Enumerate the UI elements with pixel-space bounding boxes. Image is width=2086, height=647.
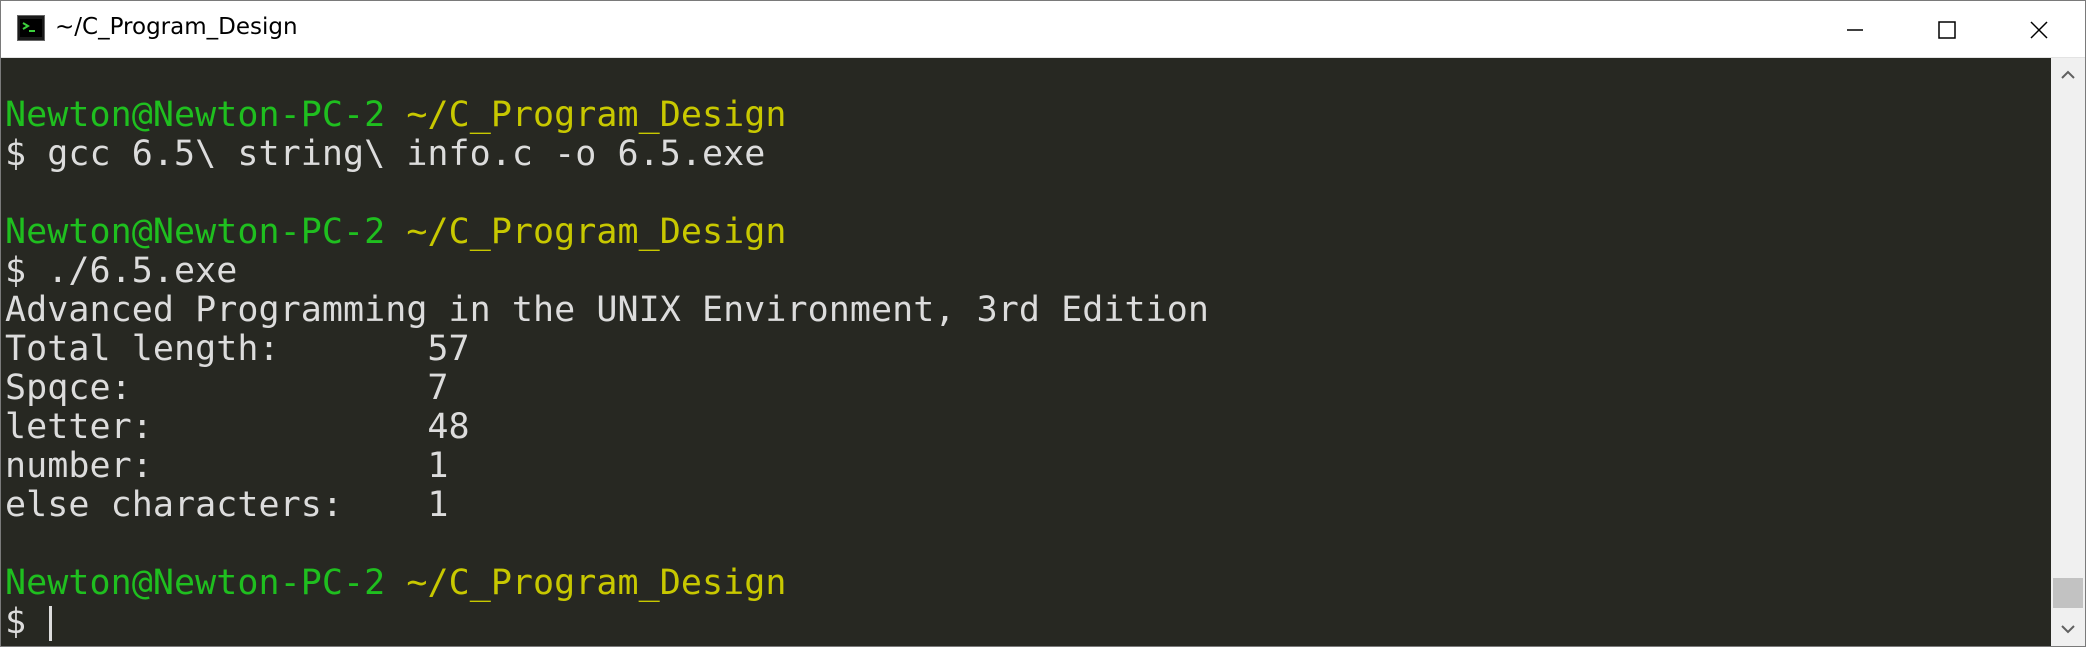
prompt-symbol: $ [5, 602, 48, 642]
chevron-up-icon [2061, 70, 2075, 79]
minimize-button[interactable] [1809, 1, 1901, 58]
prompt-path: ~/C_Program_Design [406, 212, 787, 252]
scrollbar-thumb[interactable] [2053, 578, 2083, 608]
prompt-path: ~/C_Program_Design [406, 95, 787, 135]
scroll-down-button[interactable] [2051, 612, 2085, 646]
output-line: number: 1 [5, 446, 449, 486]
output-line: Total length: 57 [5, 329, 470, 369]
maximize-icon [1938, 20, 1956, 39]
output-line: else characters: 1 [5, 485, 449, 525]
output-line: letter: 48 [5, 407, 470, 447]
prompt-line: Newton@Newton-PC-2 ~/C_Program_Design [1, 213, 2051, 252]
close-button[interactable] [1993, 1, 2085, 58]
prompt-user: Newton@Newton-PC-2 [5, 212, 386, 252]
scroll-up-button[interactable] [2051, 58, 2085, 92]
prompt-user: Newton@Newton-PC-2 [5, 95, 386, 135]
command-line: $ ./6.5.exe [5, 251, 238, 291]
title-bar[interactable]: ~/C_Program_Design [1, 1, 2085, 58]
active-command-line[interactable]: $ [1, 603, 2051, 642]
terminal-window: ~/C_Program_Design Newton@Newton-PC-2 ~/… [0, 0, 2086, 647]
close-icon [2030, 20, 2048, 39]
maximize-button[interactable] [1901, 1, 1993, 58]
vertical-scrollbar[interactable] [2051, 58, 2085, 646]
terminal-app-icon [17, 15, 45, 41]
window-title: ~/C_Program_Design [55, 14, 298, 40]
terminal-content[interactable]: Newton@Newton-PC-2 ~/C_Program_Design $ … [1, 58, 2051, 646]
text-cursor [49, 605, 53, 641]
prompt-line: Newton@Newton-PC-2 ~/C_Program_Design [1, 564, 2051, 603]
minimize-icon [1847, 28, 1863, 31]
prompt-user: Newton@Newton-PC-2 [5, 563, 386, 603]
command-line: $ gcc 6.5\ string\ info.c -o 6.5.exe [5, 134, 766, 174]
prompt-line: Newton@Newton-PC-2 ~/C_Program_Design [1, 96, 2051, 135]
prompt-path: ~/C_Program_Design [406, 563, 787, 603]
chevron-down-icon [2061, 625, 2075, 634]
output-line: Spqce: 7 [5, 368, 449, 408]
output-line: Advanced Programming in the UNIX Environ… [5, 290, 1209, 330]
